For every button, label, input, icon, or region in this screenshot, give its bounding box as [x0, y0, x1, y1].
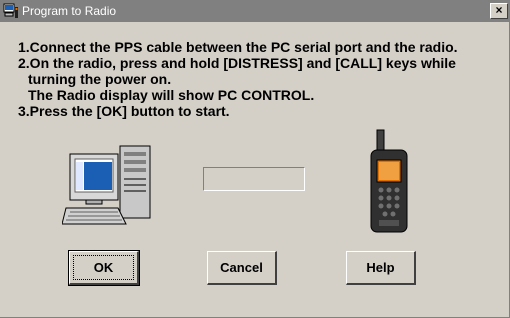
- instructions: 1.Connect the PPS cable between the PC s…: [18, 39, 506, 119]
- help-button[interactable]: Help: [346, 251, 416, 285]
- progress-bar: [203, 167, 305, 191]
- computer-icon: [62, 145, 151, 225]
- instruction-step-3: 3.Press the [OK] button to start.: [18, 103, 230, 119]
- help-button-label: Help: [366, 260, 395, 275]
- handheld-radio-icon: [370, 129, 408, 233]
- instruction-step-2: 2.On the radio, press and hold [DISTRESS…: [18, 55, 456, 71]
- cancel-button[interactable]: Cancel: [207, 251, 277, 285]
- instruction-step-1: 1.Connect the PPS cable between the PC s…: [18, 39, 458, 55]
- radio-programmer-icon: [3, 3, 18, 18]
- close-icon: ×: [495, 3, 503, 17]
- instruction-step-2-continued: turning the power on.: [28, 71, 172, 87]
- instruction-step-2-note: The Radio display will show PC CONTROL.: [28, 87, 315, 103]
- close-button[interactable]: ×: [490, 3, 508, 19]
- window-title: Program to Radio: [22, 4, 117, 18]
- ok-button[interactable]: OK: [68, 250, 140, 286]
- cancel-button-label: Cancel: [220, 260, 263, 275]
- title-bar[interactable]: Program to Radio ×: [0, 0, 510, 22]
- program-to-radio-dialog: Program to Radio × 1.Connect the PPS cab…: [0, 0, 510, 318]
